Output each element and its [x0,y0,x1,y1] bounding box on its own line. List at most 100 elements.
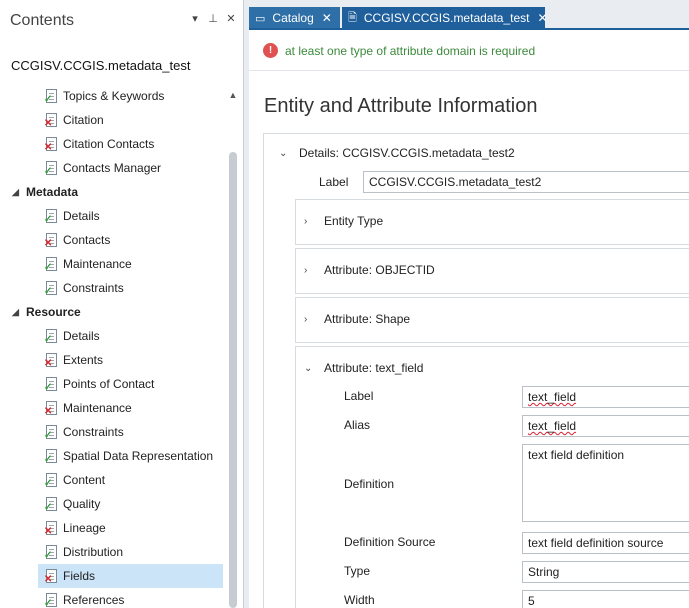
chevron-right-icon[interactable]: › [304,216,316,227]
tree-item[interactable]: ✓ References [0,588,228,608]
page-error-icon: ✕ [44,136,58,152]
page-error-icon: ✕ [44,568,58,584]
chevron-right-icon[interactable]: › [304,265,316,276]
chevron-down-icon[interactable]: ⌄ [304,363,316,374]
tree-item-label: Fields [63,569,96,583]
page-valid-icon: ✓ [44,424,58,440]
pane-title: Contents [10,12,75,29]
expand-triangle-icon[interactable]: ◢ [12,187,22,198]
scrollbar-thumb[interactable] [229,152,237,608]
tree-item[interactable]: ✓ Topics & Keywords [0,84,228,108]
tree-group-metadata[interactable]: ◢ Metadata [0,180,228,204]
alias-caption: Alias [344,418,371,432]
tree-item[interactable]: ✓ Points of Contact [0,372,228,396]
contents-tree: ✓ Topics & Keywords ✕ Citation ✕ Citation Con… [0,84,228,608]
tree-item-label: Quality [63,497,101,511]
definition-textarea[interactable]: text field definition [522,444,689,522]
pin-icon[interactable]: ⊥ [207,12,219,25]
tree-item[interactable]: ✓ Spatial Data Representation [0,444,228,468]
page-valid-icon: ✓ [44,496,58,512]
tree-item[interactable]: ✓ Details [0,204,228,228]
tree-item-label: Extents [63,353,104,367]
entity-type-section: › Entity Type [295,199,689,245]
tree-item[interactable]: ✓ Details [0,324,228,348]
entity-type-header[interactable]: › Entity Type [304,214,383,228]
expand-triangle-icon[interactable]: ◢ [12,307,22,318]
attribute-text-field-label: Attribute: text_field [324,361,424,375]
metadata-doc-icon: 🗎 [348,11,357,24]
tree-item[interactable]: ✕ Maintenance [0,396,228,420]
pane-menu-icon[interactable]: ▾ [189,12,201,25]
type-input[interactable]: String [522,561,689,583]
attribute-shape-header[interactable]: › Attribute: Shape [304,312,410,326]
details-header-label: Details: CCGISV.CCGIS.metadata_test2 [299,146,515,160]
page-title: Entity and Attribute Information [264,95,538,117]
tree-item[interactable]: ✓ Contacts Manager [0,156,228,180]
tab-metadata-label: CCGISV.CCGIS.metadata_test [363,11,530,25]
tree-item-label: Contacts [63,233,111,247]
tree-item[interactable]: ✓ Maintenance [0,252,228,276]
definition-source-input[interactable]: text field definition source [522,532,689,554]
alias-value: text_field [528,419,577,433]
tree-item[interactable]: ✕ Fields [38,564,223,588]
attr-label-input[interactable]: text_field [522,386,689,408]
tree-item[interactable]: ✕ Contacts [0,228,228,252]
tree-item-label: Content [63,473,106,487]
tree-item-label: Maintenance [63,257,132,271]
details-header[interactable]: ⌄ Details: CCGISV.CCGIS.metadata_test2 [279,146,515,160]
tree-item-label: Citation [63,113,104,127]
divider [249,70,689,71]
attr-label-caption: Label [344,389,374,403]
tree-item-label: Details [63,209,100,223]
entity-label-input[interactable]: CCGISV.CCGIS.metadata_test2 [363,171,689,193]
tree-item-label: Lineage [63,521,106,535]
tree-item-label: Citation Contacts [63,137,155,151]
tab-metadata[interactable]: 🗎 CCGISV.CCGIS.metadata_test ✕ [342,7,548,29]
scroll-up-icon[interactable]: ▲ [227,90,239,100]
page-valid-icon: ✓ [44,280,58,296]
attribute-shape-label: Attribute: Shape [324,312,411,326]
tab-catalog-label: Catalog [272,11,314,25]
page-valid-icon: ✓ [44,592,58,608]
scrollbar[interactable]: ▲ [227,88,239,608]
tree-item[interactable]: ✕ Citation Contacts [0,132,228,156]
tree-item-label: References [63,593,125,607]
tree-item[interactable]: ✓ Distribution [0,540,228,564]
label-caption: Label [319,175,349,189]
tree-item[interactable]: ✓ Constraints [0,420,228,444]
close-pane-icon[interactable]: ✕ [225,12,237,25]
tree-item[interactable]: ✓ Quality [0,492,228,516]
error-icon: ! [263,43,278,58]
tree-item-label: Points of Contact [63,377,155,391]
width-input[interactable]: 5 [522,590,689,608]
tree-item[interactable]: ✕ Citation [0,108,228,132]
document-tabs: ▭ Catalog ✕ 🗎 CCGISV.CCGIS.metadata_test… [249,7,548,29]
page-valid-icon: ✓ [44,88,58,104]
chevron-down-icon[interactable]: ⌄ [279,148,291,159]
page-valid-icon: ✓ [44,208,58,224]
close-tab-metadata-icon[interactable]: ✕ [538,11,548,25]
alias-input[interactable]: text_field [522,415,689,437]
attribute-text-field-header[interactable]: ⌄ Attribute: text_field [304,361,423,375]
chevron-right-icon[interactable]: › [304,314,316,325]
definition-caption: Definition [344,477,395,491]
tree-item[interactable]: ✕ Extents [0,348,228,372]
page-error-icon: ✕ [44,520,58,536]
validation-text: at least one type of attribute domain is… [285,43,536,58]
page-valid-icon: ✓ [44,160,58,176]
tree-item-label: Topics & Keywords [63,89,165,103]
tree-item-label: Distribution [63,545,124,559]
tree-item[interactable]: ✓ Content [0,468,228,492]
attribute-objectid-section: › Attribute: OBJECTID [295,248,689,294]
page-error-icon: ✕ [44,352,58,368]
attribute-objectid-header[interactable]: › Attribute: OBJECTID [304,263,435,277]
tree-item[interactable]: ✕ Lineage [0,516,228,540]
tree-group-resource[interactable]: ◢ Resource [0,300,228,324]
tree-item-label: Maintenance [63,401,132,415]
tree-item-label: Spatial Data Representation [63,449,214,463]
tree-item[interactable]: ✓ Constraints [0,276,228,300]
tab-catalog[interactable]: ▭ Catalog ✕ [249,7,340,29]
definition-source-caption: Definition Source [344,535,436,549]
close-tab-catalog-icon[interactable]: ✕ [322,11,332,25]
metadata-item-title: CCGISV.CCGIS.metadata_test [11,58,191,73]
